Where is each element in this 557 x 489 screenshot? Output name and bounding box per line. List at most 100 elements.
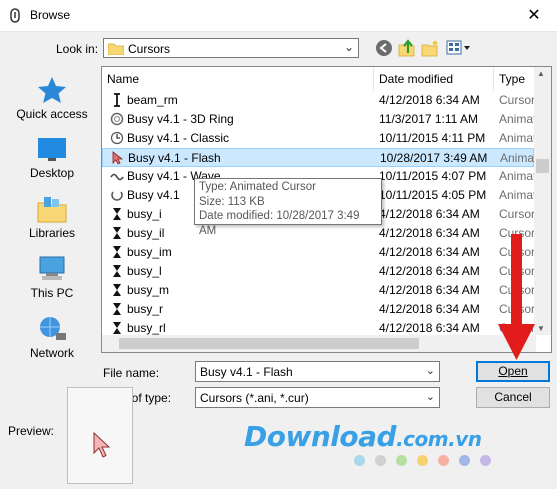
watermark-dot [354, 455, 365, 466]
watermark-dot [438, 455, 449, 466]
folder-icon [108, 43, 124, 55]
vertical-scrollbar[interactable]: ▲ ▼ [534, 67, 551, 335]
file-row[interactable]: Busy v4.1 - 3D Ring 11/3/2017 1:11 AM Anim… [102, 110, 536, 129]
annotation-arrow-icon [498, 234, 535, 360]
places-bar: Quick access Desktop Libraries This PC N… [8, 64, 96, 374]
file-name-value: Busy v4.1 - Flash [200, 365, 293, 379]
desktop-icon [38, 138, 66, 161]
place-label: Libraries [28, 226, 76, 240]
file-name: busy_rl [127, 321, 166, 335]
file-date: 10/28/2017 3:49 AM [380, 151, 488, 165]
view-menu-icon[interactable] [446, 39, 472, 57]
file-date: 4/12/2018 6:34 AM [379, 207, 480, 221]
open-button-label: Open [498, 364, 528, 378]
file-date: 4/12/2018 6:34 AM [379, 245, 480, 259]
watermark-dot [417, 455, 428, 466]
watermark-tld: .com.vn [396, 427, 482, 451]
file-row[interactable]: beam_rm 4/12/2018 6:34 AM Cursor [102, 91, 535, 110]
arrow-cursor-icon [112, 151, 124, 165]
horizontal-scrollbar[interactable] [102, 335, 536, 352]
up-folder-icon[interactable] [398, 39, 416, 57]
watermark-dot [459, 455, 470, 466]
busy-ring-icon [111, 191, 123, 201]
ibeam-icon [114, 93, 120, 107]
cancel-button[interactable]: Cancel [476, 387, 550, 408]
scroll-up-icon[interactable]: ▲ [537, 69, 545, 78]
watermark-brand: Download [244, 420, 397, 453]
file-name: Busy v4.1 - Classic [127, 131, 230, 145]
watermark-dot [480, 455, 491, 466]
place-network[interactable]: Network [8, 315, 96, 360]
file-name-label: File name: [103, 366, 160, 380]
new-folder-icon[interactable] [421, 39, 439, 57]
file-date: 10/11/2015 4:11 PM [379, 131, 486, 145]
chevron-down-icon: ⌄ [425, 391, 435, 403]
watermark-dots [354, 455, 501, 469]
column-divider[interactable] [373, 67, 374, 91]
column-divider[interactable] [493, 67, 494, 91]
watermark-logo: Download.com.vn [244, 420, 482, 453]
clock-icon [110, 131, 124, 145]
tooltip-date: Date modified: 10/28/2017 3:49 AM [199, 210, 360, 237]
file-type: Cursor [499, 207, 536, 221]
file-date: 4/12/2018 6:34 AM [379, 264, 480, 278]
column-header-name[interactable]: Name [107, 67, 139, 91]
file-type-value: Cursors (*.ani, *.cur) [200, 391, 309, 405]
tooltip-size: Size: 113 KB [199, 195, 265, 208]
file-type: Animat [499, 188, 537, 202]
hourglass-icon [113, 322, 121, 334]
file-type: Animat [499, 131, 537, 145]
ring-icon [110, 112, 124, 126]
place-label: This PC [30, 286, 74, 300]
place-quick-access[interactable]: Quick access [8, 76, 96, 121]
file-name: busy_m [127, 283, 170, 297]
file-row[interactable]: busy_l4/12/2018 6:34 AMCursor [102, 262, 535, 281]
file-name: Busy v4.1 - 3D Ring [127, 112, 234, 126]
file-row[interactable]: Busy v4.1 - Classic 10/11/2015 4:11 PM Ani… [102, 129, 536, 148]
file-row-selected[interactable]: Busy v4.1 - Flash 10/28/2017 3:49 AM Anima… [102, 148, 537, 167]
place-label: Desktop [29, 166, 75, 180]
file-name: busy_im [127, 245, 172, 259]
file-date: 4/12/2018 6:34 AM [379, 321, 480, 335]
scroll-down-icon[interactable]: ▼ [537, 324, 545, 333]
tooltip-type: Type: Animated Cursor [199, 181, 316, 193]
file-name: beam_rm [127, 93, 178, 107]
file-type-select[interactable]: Cursors (*.ani, *.cur) ⌄ [195, 387, 440, 408]
file-tooltip: Type: Animated Cursor Size: 113 KB Date … [194, 178, 382, 237]
star-icon [38, 77, 66, 103]
file-date: 4/12/2018 6:34 AM [379, 93, 480, 107]
file-type: Animat [499, 169, 537, 183]
hourglass-icon [113, 227, 121, 239]
preview-pane [67, 387, 133, 484]
file-type: Animat [499, 112, 537, 126]
chevron-down-icon[interactable]: ⌄ [426, 364, 435, 377]
place-desktop[interactable]: Desktop [8, 137, 96, 180]
file-name: Busy v4.1 - Flash [128, 151, 221, 165]
look-in-dropdown[interactable]: Cursors ⌄ [103, 38, 359, 58]
open-button[interactable]: Open [476, 361, 550, 382]
paperclip-icon [10, 8, 20, 23]
close-button[interactable]: ✕ [511, 0, 557, 31]
place-label: Network [29, 346, 74, 360]
wave-icon [110, 173, 124, 181]
hourglass-icon [113, 246, 121, 258]
file-date: 11/3/2017 1:11 AM [379, 112, 478, 126]
title-bar: Browse ✕ [0, 0, 557, 32]
file-row[interactable]: busy_m4/12/2018 6:34 AMCursor [102, 281, 535, 300]
file-name-field[interactable]: Busy v4.1 - Flash ⌄ [195, 361, 440, 382]
column-header-type[interactable]: Type [499, 67, 525, 91]
chevron-down-icon: ⌄ [343, 40, 354, 54]
file-row[interactable]: busy_r4/12/2018 6:34 AMCursor [102, 300, 535, 319]
network-icon [40, 317, 66, 340]
place-this-pc[interactable]: This PC [8, 255, 96, 300]
place-label: Quick access [16, 107, 88, 121]
file-row[interactable]: busy_im4/12/2018 6:34 AMCursor [102, 243, 535, 262]
scrollbar-thumb[interactable] [119, 338, 419, 349]
place-libraries[interactable]: Libraries [8, 195, 96, 240]
back-icon[interactable] [375, 39, 393, 57]
scrollbar-thumb[interactable] [536, 159, 549, 173]
computer-icon [39, 256, 65, 280]
column-header-date[interactable]: Date modified [379, 67, 453, 91]
hourglass-icon [113, 265, 121, 277]
look-in-value: Cursors [128, 42, 171, 56]
